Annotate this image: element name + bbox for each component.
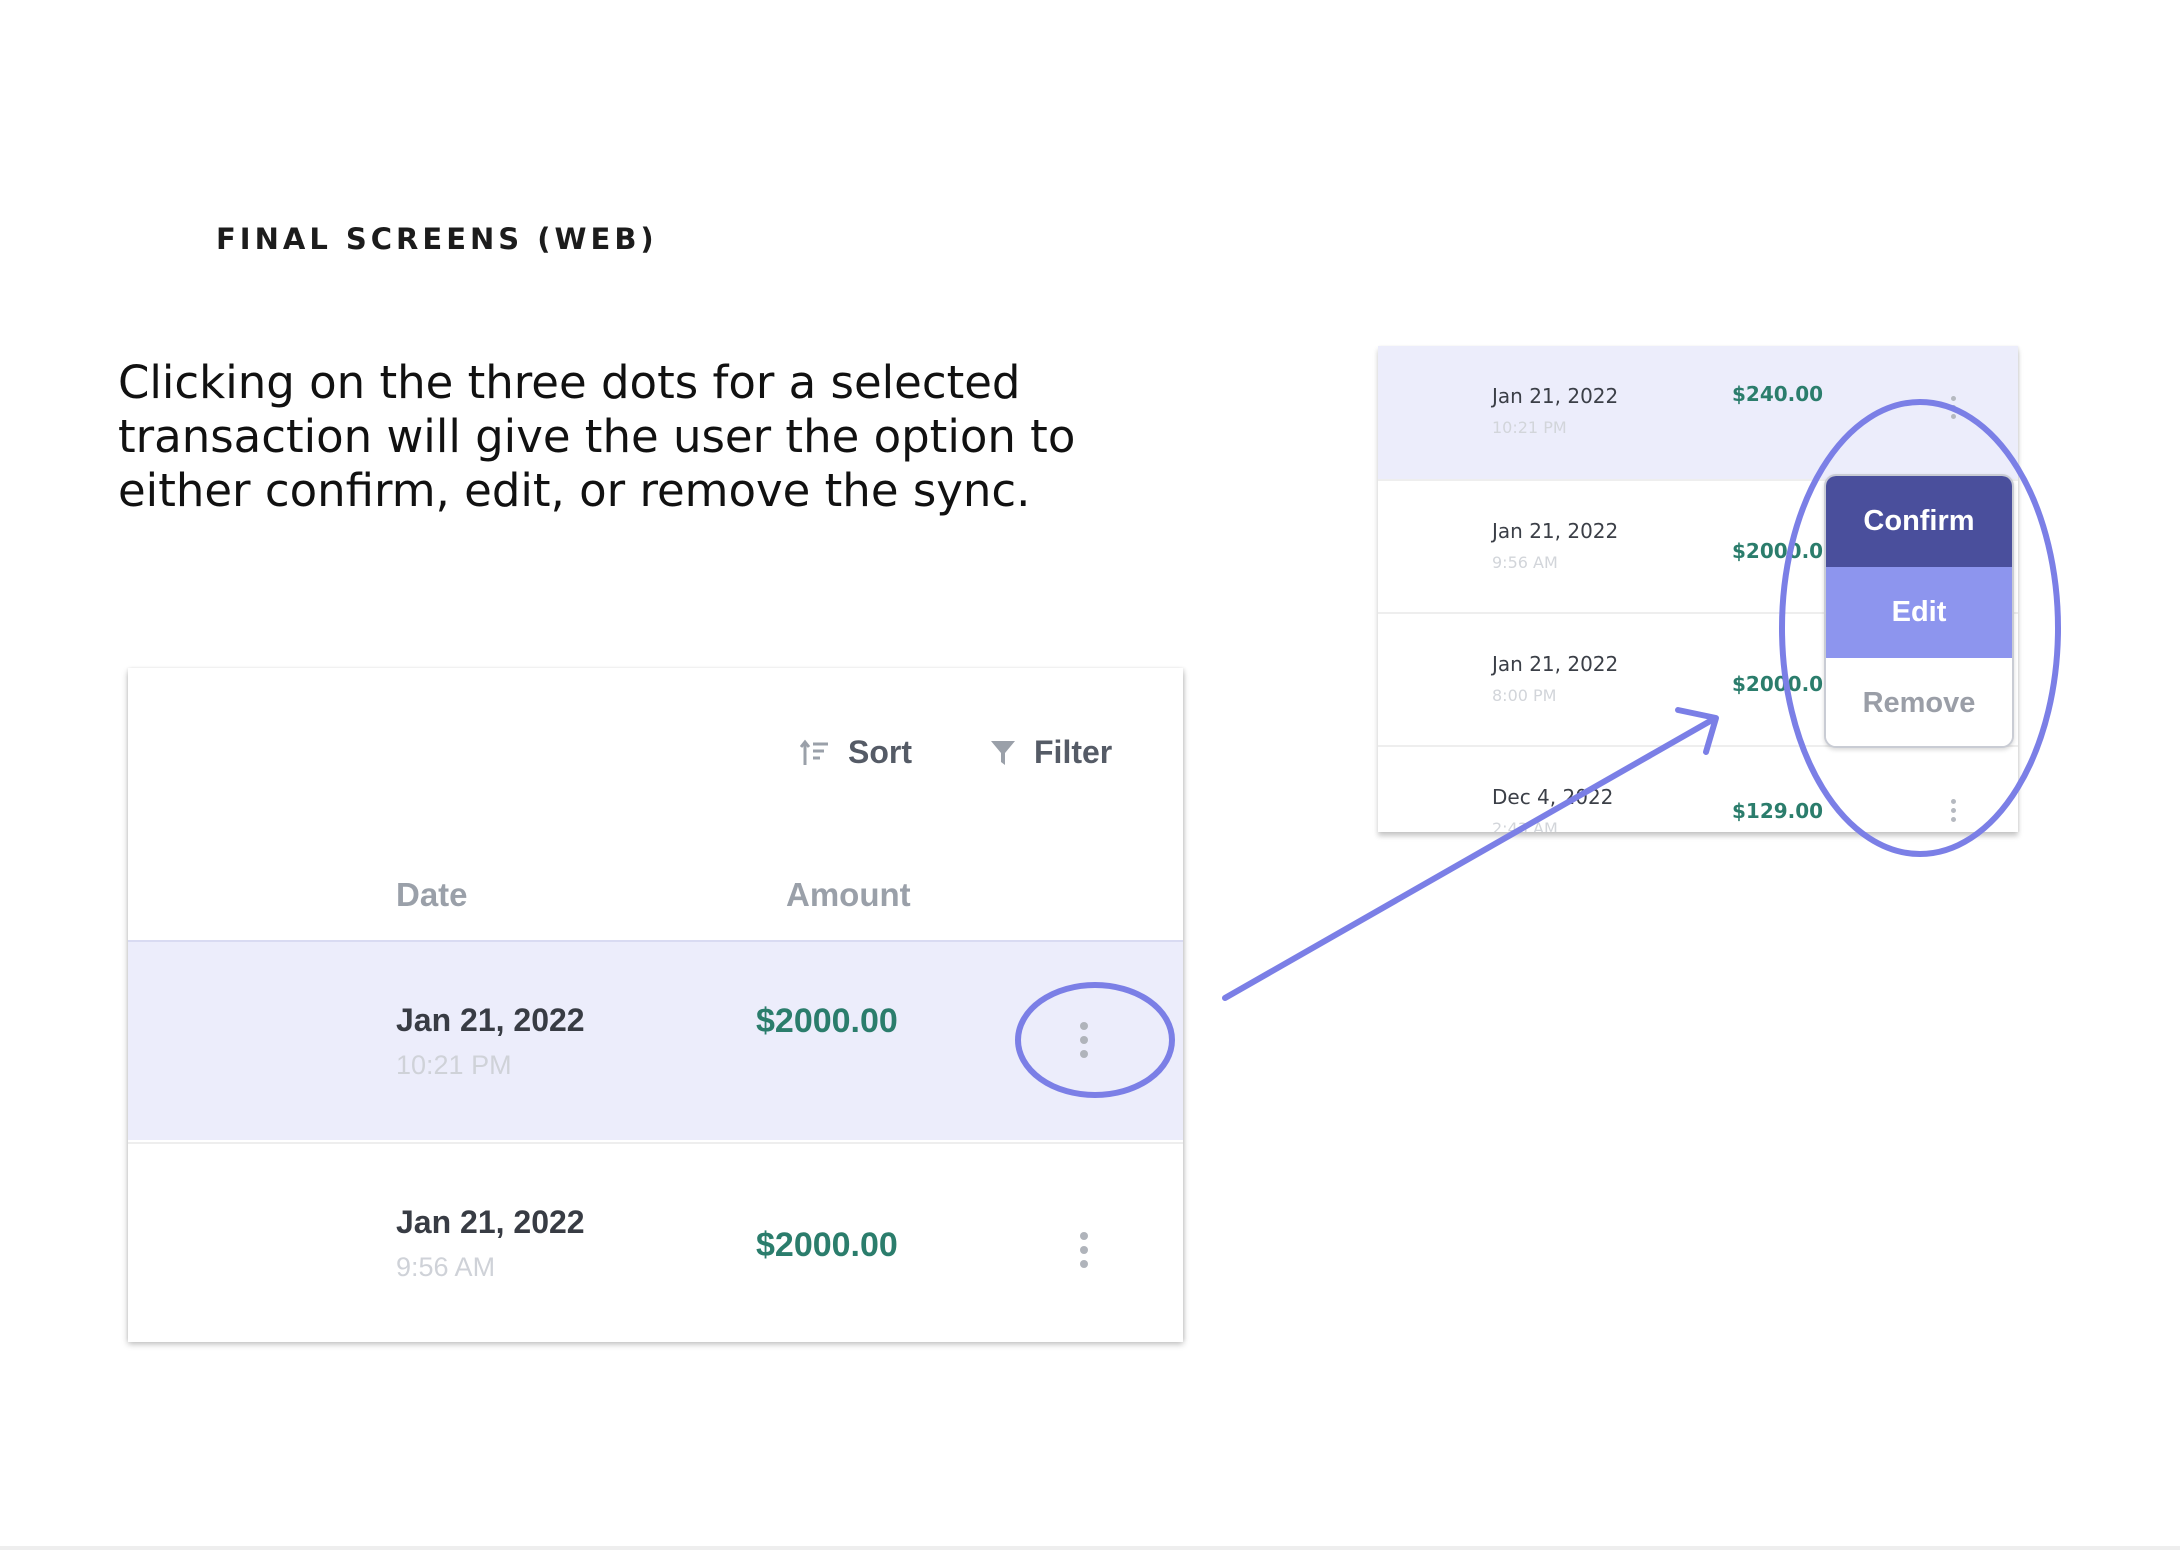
row-date: Dec 4, 2022 xyxy=(1492,785,1614,809)
row-amount: $2000.00 xyxy=(756,1226,898,1264)
transaction-row[interactable]: Dec 4, 2022 2:43 AM $129.00 xyxy=(1378,745,2018,832)
transactions-panel: Sort Filter Date Amount Jan 21, 2022 10:… xyxy=(128,668,1183,1342)
more-vertical-icon[interactable] xyxy=(1951,799,1956,822)
row-date: Jan 21, 2022 xyxy=(1492,519,1619,543)
filter-icon xyxy=(991,740,1015,765)
row-time: 9:56 AM xyxy=(396,1252,496,1282)
sort-icon xyxy=(800,739,828,765)
section-label: FINAL SCREENS (WEB) xyxy=(216,222,658,256)
confirm-button[interactable]: Confirm xyxy=(1826,476,2012,567)
column-header-date[interactable]: Date xyxy=(396,876,468,914)
edit-button[interactable]: Edit xyxy=(1826,567,2012,658)
sort-label: Sort xyxy=(848,734,912,770)
row-date: Jan 21, 2022 xyxy=(396,1204,585,1240)
row-date: Jan 21, 2022 xyxy=(396,1002,585,1038)
row-amount: $2000.00 xyxy=(1732,672,1838,696)
row-date: Jan 21, 2022 xyxy=(1492,652,1619,676)
description-text: Clicking on the three dots for a selecte… xyxy=(118,356,1076,517)
more-vertical-icon[interactable] xyxy=(1080,1232,1090,1268)
transaction-row[interactable]: Jan 21, 2022 9:56 AM $2000.00 xyxy=(128,1142,1183,1342)
transaction-row-selected[interactable]: Jan 21, 2022 10:21 PM $240.00 xyxy=(1378,346,2018,479)
transaction-row-selected[interactable]: Jan 21, 2022 10:21 PM $2000.00 xyxy=(128,940,1183,1140)
page-divider xyxy=(0,1546,2180,1550)
sort-button[interactable]: Sort xyxy=(800,734,912,771)
row-amount: $129.00 xyxy=(1732,799,1824,823)
row-time: 9:56 AM xyxy=(1492,553,1558,572)
row-date: Jan 21, 2022 xyxy=(1492,384,1619,408)
row-time: 10:21 PM xyxy=(1492,418,1567,437)
row-amount: $2000.00 xyxy=(1732,539,1838,563)
row-time: 2:43 AM xyxy=(1492,819,1558,832)
more-vertical-icon[interactable] xyxy=(1951,396,1956,419)
remove-button[interactable]: Remove xyxy=(1826,658,2012,746)
action-menu: Confirm Edit Remove xyxy=(1824,474,2014,748)
row-time: 8:00 PM xyxy=(1492,686,1557,705)
filter-button[interactable]: Filter xyxy=(990,734,1112,771)
row-amount: $240.00 xyxy=(1732,382,1824,406)
column-header-amount[interactable]: Amount xyxy=(786,876,911,914)
filter-label: Filter xyxy=(1034,734,1113,770)
more-vertical-icon[interactable] xyxy=(1080,1022,1090,1058)
row-amount: $2000.00 xyxy=(756,1002,898,1040)
row-time: 10:21 PM xyxy=(396,1050,512,1080)
